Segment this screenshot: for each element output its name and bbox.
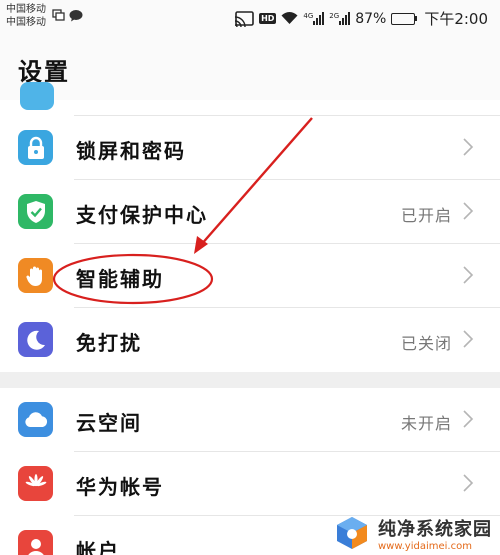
settings-item-label: 锁屏和密码: [76, 139, 186, 163]
carrier-info: 中国移动 中国移动: [6, 3, 46, 29]
settings-item-cloud[interactable]: 云空间 未开启: [0, 388, 500, 452]
chevron-right-icon: [463, 266, 474, 284]
network-type-1: 4G: [303, 12, 314, 20]
settings-item-label: 帐户: [76, 539, 120, 555]
settings-item-payment-protection[interactable]: 支付保护中心 已开启: [0, 180, 500, 244]
shield-check-icon: [18, 194, 53, 229]
settings-item-label: 免打扰: [76, 331, 142, 355]
chevron-right-icon: [463, 474, 474, 492]
cloud-icon: [18, 402, 53, 437]
carrier-2: 中国移动: [6, 17, 46, 28]
hd-badge: HD: [259, 13, 277, 24]
signal-bars-1-icon: [313, 12, 325, 25]
settings-item-lock-screen[interactable]: 锁屏和密码: [0, 116, 500, 180]
settings-item-label: 云空间: [76, 411, 142, 435]
signal-bars-2-icon: [339, 12, 351, 25]
settings-item-label: 华为帐号: [76, 475, 164, 499]
settings-item-label: 智能辅助: [76, 267, 164, 291]
watermark-url: www.yidaimei.com: [378, 540, 472, 552]
screen-mirror-icon: [52, 9, 65, 21]
notification-icons: [52, 9, 83, 22]
user-icon: [18, 530, 53, 555]
message-icon: [69, 10, 83, 22]
moon-icon: [18, 322, 53, 357]
system-status: HD 4G 2G 87% 下午2:00: [234, 8, 488, 29]
network-type-2: 2G: [329, 12, 340, 20]
battery-percent: 87%: [355, 10, 387, 27]
status-bar: 中国移动 中国移动 HD 4G 2G 87% 下午2:00: [0, 0, 500, 36]
partial-list-item[interactable]: [0, 82, 500, 116]
carrier-1: 中国移动: [6, 4, 46, 15]
cast-icon: [234, 10, 254, 27]
section-divider: [0, 372, 500, 388]
lock-icon: [18, 130, 53, 165]
chevron-right-icon: [463, 330, 474, 348]
settings-item-smart-assist[interactable]: 智能辅助: [0, 244, 500, 308]
settings-item-label: 支付保护中心: [76, 203, 208, 227]
wifi-icon: [281, 12, 298, 24]
settings-item-status: 未开启: [400, 414, 452, 433]
partial-item-icon: [20, 82, 54, 110]
settings-item-status: 已关闭: [400, 334, 452, 353]
settings-item-do-not-disturb[interactable]: 免打扰 已关闭: [0, 308, 500, 372]
watermark: 纯净系统家园 www.yidaimei.com: [332, 513, 492, 553]
battery-icon: [391, 12, 418, 25]
watermark-title: 纯净系统家园: [378, 518, 492, 540]
huawei-logo-icon: [18, 466, 53, 501]
hand-icon: [18, 258, 53, 293]
chevron-right-icon: [463, 410, 474, 428]
settings-item-huawei-account[interactable]: 华为帐号: [0, 452, 500, 516]
app-header: 设置: [0, 36, 500, 100]
chevron-right-icon: [463, 202, 474, 220]
watermark-logo-icon: [337, 517, 367, 549]
settings-item-status: 已开启: [400, 206, 452, 225]
signal-2: 2G: [329, 12, 351, 25]
chevron-right-icon: [463, 138, 474, 156]
clock: 下午2:00: [424, 10, 488, 28]
signal-1: 4G: [303, 12, 325, 25]
